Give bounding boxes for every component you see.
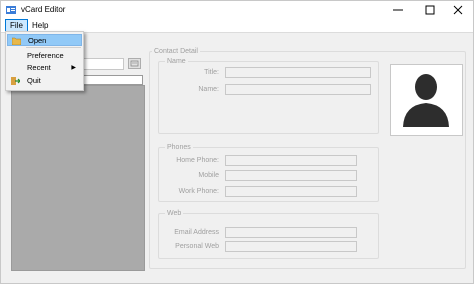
name-label: Name: (198, 86, 219, 93)
personal-web-label: Personal Web (175, 243, 219, 250)
photo-box[interactable] (390, 64, 463, 136)
search-icon (130, 60, 139, 67)
menu-item-recent-label: Recent (27, 63, 51, 72)
file-menu-dropdown: Open Preference Recent ▶ Quit (5, 31, 84, 91)
maximize-icon (425, 5, 435, 15)
menu-item-quit-label: Quit (27, 76, 41, 85)
work-phone-field[interactable] (225, 186, 357, 197)
web-legend: Web (165, 209, 184, 218)
menu-help[interactable]: Help (28, 20, 52, 31)
app-window: vCard Editor File Help Contact Detail Na… (0, 0, 474, 284)
close-button[interactable] (443, 1, 473, 19)
app-icon (6, 6, 16, 14)
person-avatar-icon (403, 74, 449, 127)
name-legend: Name (165, 57, 188, 66)
menu-item-quit[interactable]: Quit (7, 75, 82, 87)
mobile-field[interactable] (225, 170, 357, 181)
menu-item-open-label: Open (28, 36, 47, 45)
name-field[interactable] (225, 84, 371, 95)
email-label: Email Address (174, 229, 219, 236)
mobile-label: Mobile (198, 172, 219, 179)
menu-item-preference-label: Preference (27, 51, 64, 60)
search-button[interactable] (128, 58, 141, 69)
menu-item-preference[interactable]: Preference (7, 50, 82, 62)
search-input[interactable] (83, 58, 124, 70)
window-title: vCard Editor (21, 5, 66, 14)
quit-icon (11, 77, 20, 85)
personal-web-field[interactable] (225, 241, 357, 252)
submenu-arrow-icon: ▶ (71, 65, 76, 71)
contact-detail-legend: Contact Detail (152, 47, 200, 56)
home-phone-label: Home Phone: (176, 157, 219, 164)
menu-item-open[interactable]: Open (7, 34, 82, 46)
contact-list[interactable] (11, 85, 145, 271)
title-label: Title: (204, 69, 219, 76)
open-folder-icon (12, 37, 21, 45)
maximize-button[interactable] (415, 1, 445, 19)
phones-legend: Phones (165, 143, 193, 152)
close-icon (453, 5, 463, 15)
menu-item-recent[interactable]: Recent ▶ (7, 62, 82, 74)
home-phone-field[interactable] (225, 155, 357, 166)
title-field[interactable] (225, 67, 371, 78)
work-phone-label: Work Phone: (178, 188, 219, 195)
minimize-button[interactable] (383, 1, 413, 19)
minimize-icon (393, 9, 403, 11)
email-field[interactable] (225, 227, 357, 238)
title-bar: vCard Editor (1, 1, 473, 19)
menu-separator (26, 47, 81, 48)
